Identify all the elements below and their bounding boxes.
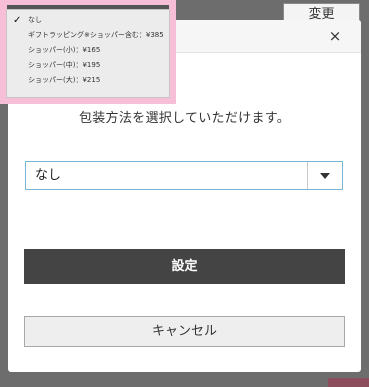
dropdown-option[interactable]: ショッパー(小)：¥165 — [7, 43, 169, 58]
packaging-select[interactable]: なし — [25, 161, 343, 190]
set-button[interactable]: 設定 — [24, 249, 345, 284]
dropdown-option[interactable]: ギフトラッピング※ショッパー含む：¥385 — [7, 28, 169, 43]
caret-down-icon[interactable] — [307, 162, 342, 189]
dropdown-popup: ✓ なし ギフトラッピング※ショッパー含む：¥385 ショッパー(小)：¥165… — [0, 0, 176, 104]
dropdown-option[interactable]: ✓ なし — [7, 13, 169, 28]
dropdown-option[interactable]: ショッパー(大)：¥215 — [7, 73, 169, 88]
instruction-text: 包装方法を選択していただけます。 — [78, 111, 291, 126]
checkmark-icon: ✓ — [13, 15, 22, 26]
close-icon[interactable]: × — [325, 26, 345, 46]
dropdown-list: ✓ なし ギフトラッピング※ショッパー含む：¥385 ショッパー(小)：¥165… — [6, 9, 170, 98]
dropdown-option[interactable]: ショッパー(中)：¥195 — [7, 58, 169, 73]
cancel-button[interactable]: キャンセル — [24, 316, 345, 347]
select-value: なし — [35, 168, 62, 183]
background-chip — [328, 378, 369, 387]
